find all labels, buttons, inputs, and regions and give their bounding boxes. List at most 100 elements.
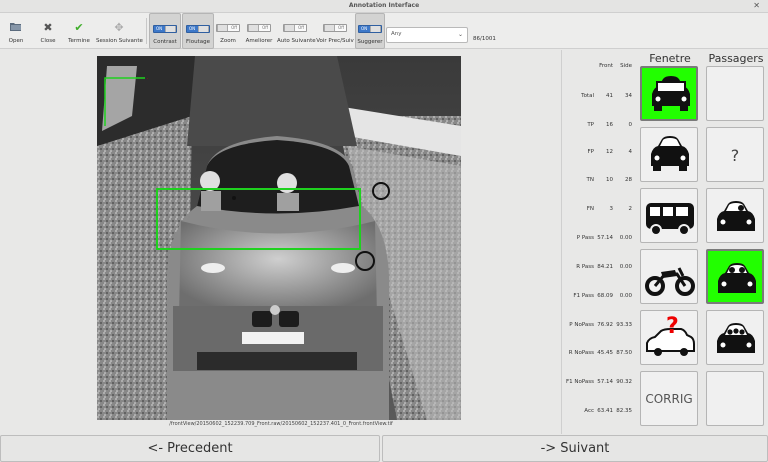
stat-label: TP <box>587 122 594 128</box>
stat-front-value: 57.14 <box>597 235 613 241</box>
stat-front-value: 10 <box>606 177 613 183</box>
svg-text:?: ? <box>666 314 679 339</box>
checkmark-icon: ✔ <box>74 21 84 34</box>
stat-side-value: 0.00 <box>619 235 632 241</box>
stat-row: FP 12 4 <box>564 149 636 159</box>
stat-front-value: 41 <box>606 93 613 99</box>
passagers-empty-tile[interactable] <box>706 371 764 426</box>
stat-header-side: Side <box>620 63 632 69</box>
stat-side-value: 0 <box>628 122 633 128</box>
passagers-one-tile[interactable] <box>706 188 764 243</box>
statistics-panel: Front Side Total 41 34 TP 16 0 FP 12 4 TN 10 28 FN 3 2… <box>564 50 636 434</box>
image-file-path: /frontView/20150602_152239.709_Front.raw… <box>169 421 393 427</box>
stat-label: Acc <box>584 408 594 414</box>
fenetre-car-front-tile[interactable] <box>640 127 698 182</box>
close-x-icon: ✖ <box>43 21 53 34</box>
image-viewer: · /frontView/20150602_152239.709_Front.r… <box>0 50 562 434</box>
toolbar: Open ✖ Close ✔ Termine ✥ Session Suivant… <box>0 13 768 49</box>
stat-row: R NoPass 45.45 87.50 <box>564 350 636 360</box>
stat-label: FN <box>586 206 594 212</box>
passagers-two-tile[interactable] <box>706 249 764 304</box>
fenetre-van-tile[interactable] <box>640 188 698 243</box>
auto-suivante-switch[interactable]: Off <box>283 24 307 32</box>
stat-label: P Pass <box>576 235 594 241</box>
stat-front-value: 16 <box>606 122 613 128</box>
navigation-bar: <- Precedent -> Suivant <box>0 435 768 462</box>
stat-side-value: 0.00 <box>619 293 632 299</box>
stat-front-value: 3 <box>609 206 614 212</box>
close-button[interactable]: ✖ Close <box>36 13 60 49</box>
stat-front-value: 84.21 <box>597 264 613 270</box>
stat-label: F1 NoPass <box>565 379 594 385</box>
zoom-switch[interactable]: Off <box>216 24 240 32</box>
stat-front-value: 12 <box>606 149 613 155</box>
fenetre-motorcycle-tile[interactable] <box>640 249 698 304</box>
corrig-button[interactable]: CORRIG <box>640 371 698 426</box>
passagers-blank-tile[interactable] <box>706 66 764 121</box>
stat-label: FP <box>587 149 594 155</box>
stat-side-value: 0.00 <box>619 264 632 270</box>
stat-row: Acc 63.41 82.35 <box>564 408 636 418</box>
stat-side-value: 82.35 <box>616 408 632 414</box>
passagers-unknown-tile[interactable]: ? <box>706 127 764 182</box>
voir-prec-suiv-label: Voir Prec/Suiv <box>316 38 354 44</box>
ameliorer-label: Ameliorer <box>245 38 273 44</box>
arrows-icon: ✥ <box>114 21 124 34</box>
stat-side-value: 93.33 <box>616 322 632 328</box>
termine-label: Termine <box>68 38 90 44</box>
stat-front-value: 45.45 <box>597 350 613 356</box>
filter-select[interactable]: Any ⌄ <box>386 27 468 43</box>
stat-front-value: 68.09 <box>597 293 613 299</box>
close-window-icon[interactable]: ✕ <box>753 1 760 10</box>
image-counter: 86/1001 <box>473 36 496 42</box>
fenetre-unknown-car-tile[interactable]: ? <box>640 310 698 365</box>
toolbar-separator <box>146 18 147 44</box>
stat-label: R NoPass <box>568 350 594 356</box>
passagers-heading: Passagers <box>708 52 764 65</box>
suggerer-toggle[interactable]: ON Suggerer <box>355 13 385 49</box>
question-mark-icon: ? <box>730 146 740 165</box>
suivant-button[interactable]: -> Suivant <box>382 435 768 462</box>
voir-prec-suiv-toggle[interactable]: Off Voir Prec/Suiv <box>316 13 354 49</box>
fenetre-heading: Fenetre <box>649 52 691 65</box>
stat-row: R Pass 84.21 0.00 <box>564 264 636 274</box>
stat-front-value: 63.41 <box>597 408 613 414</box>
chevron-down-icon: ⌄ <box>457 31 463 38</box>
zoom-toggle[interactable]: Off Zoom <box>215 13 241 49</box>
open-label: Open <box>8 38 24 44</box>
contrast-switch[interactable]: ON <box>153 25 177 33</box>
window-titlebar: Annotation Interface ✕ <box>0 0 768 13</box>
auto-suivante-label: Auto Suivante <box>277 38 316 44</box>
auto-suivante-toggle[interactable]: Off Auto Suivante <box>277 13 316 49</box>
stat-row: P Pass 57.14 0.00 <box>564 235 636 245</box>
contrast-toggle[interactable]: ON Contrast <box>149 13 181 49</box>
stat-row: Total 41 34 <box>564 93 636 103</box>
corrig-label: CORRIG <box>645 392 693 406</box>
stat-row: FN 3 2 <box>564 206 636 216</box>
three-passengers-icon <box>717 323 755 353</box>
vehicle-photo-canvas: · <box>97 56 461 420</box>
vehicle-photo[interactable]: · <box>97 56 461 420</box>
termine-button[interactable]: ✔ Termine <box>66 13 92 49</box>
stat-front-value: 76.92 <box>597 322 613 328</box>
ameliorer-toggle[interactable]: Off Ameliorer <box>243 13 275 49</box>
ameliorer-switch[interactable]: Off <box>247 24 271 32</box>
close-label: Close <box>40 38 56 44</box>
car-window-icon <box>652 76 690 111</box>
voir-prec-suiv-switch[interactable]: Off <box>323 24 347 32</box>
contrast-label: Contrast <box>153 39 177 45</box>
floutage-toggle[interactable]: ON Floutage <box>182 13 214 49</box>
floutage-label: Floutage <box>186 39 210 45</box>
suggerer-switch[interactable]: ON <box>358 25 382 33</box>
stat-label: Total <box>581 93 594 99</box>
fenetre-car-window-tile[interactable] <box>640 66 698 121</box>
open-button[interactable]: Open <box>4 13 28 49</box>
two-passengers-icon <box>718 263 756 293</box>
session-suivante-button[interactable]: ✥ Session Suivante <box>96 13 143 49</box>
passagers-three-tile[interactable] <box>706 310 764 365</box>
precedent-button[interactable]: <- Precedent <box>0 435 380 462</box>
stat-label: F1 Pass <box>573 293 594 299</box>
stat-label: P NoPass <box>569 322 594 328</box>
floutage-switch[interactable]: ON <box>186 25 210 33</box>
motorcycle-icon <box>645 267 695 296</box>
